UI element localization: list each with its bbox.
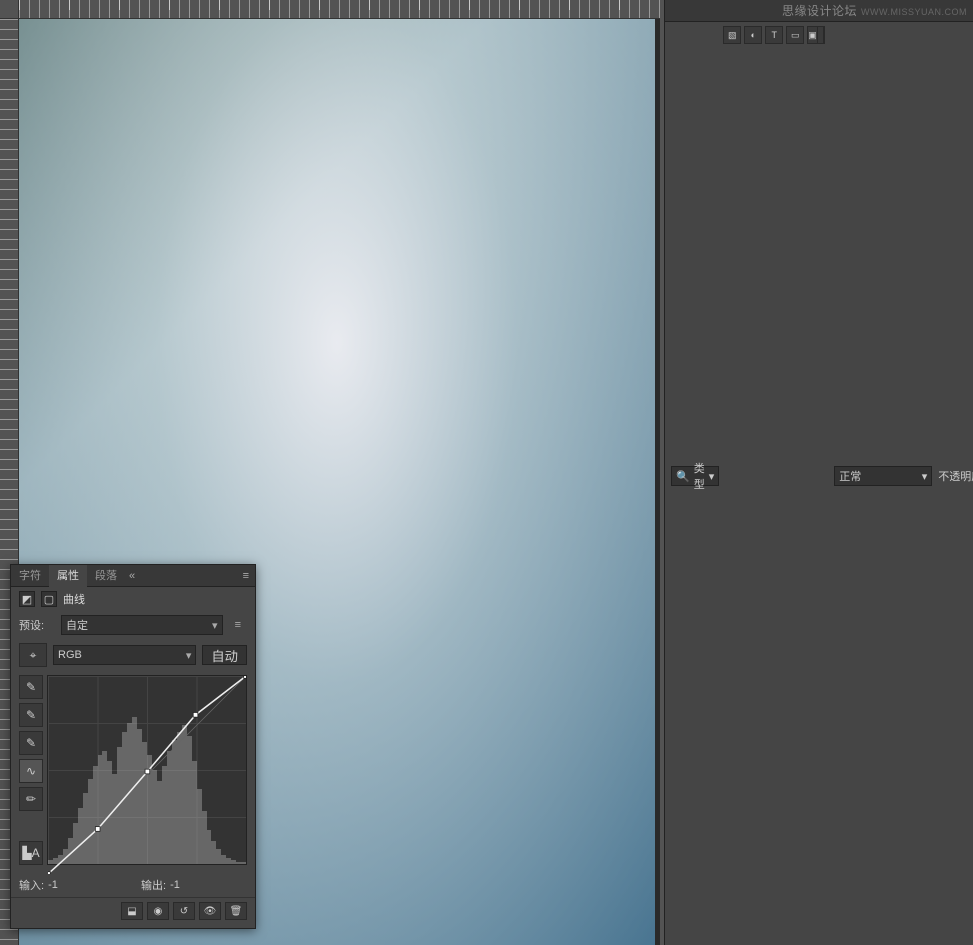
- histogram-toggle-icon[interactable]: ▙A: [19, 841, 43, 865]
- blend-mode-select[interactable]: 正常▾: [834, 466, 932, 486]
- curves-graph[interactable]: [47, 675, 247, 865]
- search-icon: 🔍: [676, 470, 690, 483]
- input-value[interactable]: -1: [48, 879, 58, 891]
- chevron-down-icon: ▾: [186, 649, 192, 662]
- output-value[interactable]: -1: [170, 879, 180, 891]
- clip-to-layer-icon[interactable]: ⬓: [121, 902, 143, 920]
- delete-icon[interactable]: 🗑: [225, 902, 247, 920]
- channel-row: ⌖ RGB▾ 自动: [11, 639, 255, 671]
- properties-header: ◩ ▢ 曲线: [11, 587, 255, 611]
- properties-footer: ⬓ ◉ ↺ 👁 🗑: [11, 897, 255, 928]
- eyedropper-black-icon[interactable]: ✎: [19, 675, 43, 699]
- panel-collapse-icon[interactable]: «: [125, 570, 139, 582]
- properties-tabs: 字符 属性 段落 « ≡: [11, 565, 255, 587]
- panel-menu-icon[interactable]: ≡: [237, 570, 255, 582]
- filter-shape-icon[interactable]: ▭: [786, 26, 804, 44]
- reset-icon[interactable]: ↺: [173, 902, 195, 920]
- watermark: 思缘设计论坛WWW.MISSYUAN.COM: [782, 2, 967, 19]
- filter-toggle[interactable]: [817, 26, 824, 44]
- tab-properties[interactable]: 属性: [49, 565, 87, 587]
- mask-icon[interactable]: ▢: [41, 591, 57, 607]
- layers-tabbar: 思缘设计论坛WWW.MISSYUAN.COM: [665, 0, 973, 22]
- channel-select[interactable]: RGB▾: [53, 645, 196, 665]
- layers-filter-row: 🔍 类型 ▾ ▧ ◐ T ▭ ▣ 正常▾ 不透明度: 100% 锁定: ▧ ✎ …: [665, 22, 973, 930]
- curves-tool-column: ✎ ✎ ✎ ∿ ✏ ▙A: [19, 675, 43, 865]
- tab-character[interactable]: 字符: [11, 565, 49, 587]
- curves-icon: ◩: [19, 591, 35, 607]
- filter-pixel-icon[interactable]: ▧: [723, 26, 741, 44]
- preset-select[interactable]: 自定▾: [61, 615, 223, 635]
- chevron-down-icon: ▾: [922, 470, 928, 483]
- curve-draw-tool-icon[interactable]: ✏: [19, 787, 43, 811]
- auto-button[interactable]: 自动: [202, 645, 247, 665]
- filter-kind-select[interactable]: 🔍 类型 ▾: [671, 466, 719, 486]
- properties-panel: 字符 属性 段落 « ≡ ◩ ▢ 曲线 预设: 自定▾ ≡ ⌖ RGB▾ 自动 …: [10, 564, 256, 929]
- view-previous-icon[interactable]: ◉: [147, 902, 169, 920]
- filter-type-icon[interactable]: T: [765, 26, 783, 44]
- opacity-label: 不透明度:: [938, 468, 973, 484]
- blend-opacity-row: 正常▾ 不透明度: 100%: [828, 26, 973, 926]
- ruler-corner: [0, 0, 19, 19]
- ruler-horizontal[interactable]: [19, 0, 660, 19]
- filter-smart-icon[interactable]: ▣: [807, 26, 825, 44]
- curve-point-tool-icon[interactable]: ∿: [19, 759, 43, 783]
- output-label: 输出:: [141, 877, 166, 893]
- input-label: 输入:: [19, 877, 44, 893]
- preset-label: 预设:: [19, 617, 55, 633]
- toggle-visibility-icon[interactable]: 👁: [199, 902, 221, 920]
- preset-row: 预设: 自定▾ ≡: [11, 611, 255, 639]
- tab-paragraph[interactable]: 段落: [87, 565, 125, 587]
- filter-adjustment-icon[interactable]: ◐: [744, 26, 762, 44]
- eyedropper-gray-icon[interactable]: ✎: [19, 703, 43, 727]
- preset-menu-icon[interactable]: ≡: [229, 619, 247, 631]
- eyedropper-white-icon[interactable]: ✎: [19, 731, 43, 755]
- curves-io-row: 输入: -1 输出: -1: [11, 873, 255, 897]
- target-adjust-icon[interactable]: ⌖: [19, 643, 47, 667]
- chevron-down-icon: ▾: [709, 470, 715, 483]
- properties-title: 曲线: [63, 591, 85, 607]
- chevron-down-icon: ▾: [212, 619, 218, 632]
- layers-panel: 思缘设计论坛WWW.MISSYUAN.COM 🔍 类型 ▾ ▧ ◐ T ▭ ▣ …: [664, 0, 973, 945]
